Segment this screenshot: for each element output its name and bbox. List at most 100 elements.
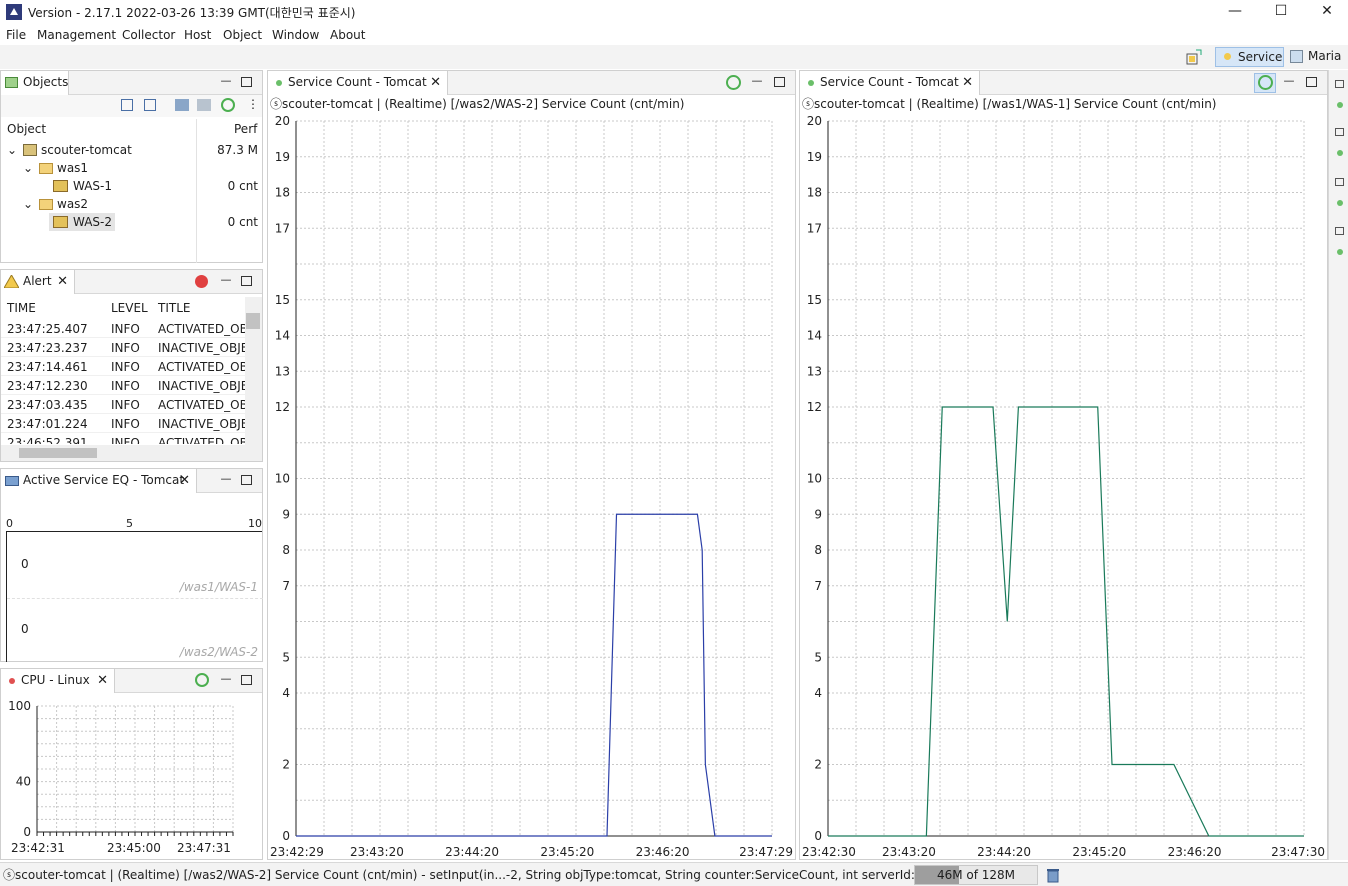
maximize-view-icon[interactable]: [241, 276, 252, 286]
expand-icon[interactable]: ⌄: [23, 195, 33, 213]
perspective-maria[interactable]: Maria: [1286, 47, 1341, 67]
maximize-view-icon[interactable]: [241, 77, 252, 87]
y-tick-label: 15: [807, 293, 822, 307]
tab-active-service-eq[interactable]: Active Service EQ - Tomcat ✕: [1, 469, 197, 493]
close-window-button[interactable]: ✕: [1304, 0, 1348, 24]
y-tick-label: 12: [807, 400, 822, 414]
tree-label: WAS-1: [73, 179, 112, 193]
tree-row-was-1[interactable]: WAS-1 0 cnt: [1, 177, 262, 195]
restore-view-icon[interactable]: [1335, 178, 1344, 186]
menu-management[interactable]: Management: [37, 28, 116, 42]
alert-row[interactable]: 23:47:25.407 INFO ACTIVATED_OBJ: [1, 320, 245, 338]
close-tab-icon[interactable]: ✕: [57, 270, 68, 293]
y-tick-label: 7: [282, 579, 290, 593]
close-tab-icon[interactable]: ✕: [430, 71, 441, 94]
maximize-view-icon[interactable]: [774, 77, 785, 87]
refresh-icon[interactable]: [221, 98, 235, 112]
alert-row[interactable]: 23:47:03.435 INFO ACTIVATED_OBJ: [1, 396, 245, 414]
menu-file[interactable]: File: [6, 28, 26, 42]
perspective-service-label: Service: [1238, 50, 1283, 64]
y-tick-label: 20: [807, 114, 822, 128]
restore-view-icon[interactable]: [1335, 227, 1344, 235]
maximize-view-icon[interactable]: [241, 675, 252, 685]
x-tick-label: 23:46:20: [636, 845, 690, 859]
minimize-button[interactable]: —: [1212, 0, 1258, 24]
alert-row[interactable]: 23:47:12.230 INFO INACTIVE_OBJEC: [1, 377, 245, 395]
refresh-icon[interactable]: [726, 75, 741, 90]
maximize-button[interactable]: ☐: [1258, 0, 1304, 24]
alert-row[interactable]: 23:47:14.461 INFO ACTIVATED_OBJ: [1, 358, 245, 376]
minimized-view-icon[interactable]: [1337, 102, 1343, 108]
garbage-collect-icon[interactable]: [1046, 867, 1060, 883]
view-menu-icon[interactable]: ⋮: [247, 97, 259, 111]
tree-perf: 87.3 M: [217, 143, 258, 157]
tree-row-was-2[interactable]: WAS-2 0 cnt: [1, 213, 262, 231]
alert-title: INACTIVE_OBJEC: [158, 341, 245, 355]
tree-row-was1[interactable]: ⌄ was1: [1, 159, 262, 177]
service-count-chart-was1: 0 2 4 5 7 8 9 10 12 13 14 15 17 18 19 20 23:42:30 23:43:2…: [802, 114, 1325, 859]
y-tick-label: 13: [807, 364, 822, 378]
tab-service-count-was2[interactable]: Service Count - Tomcat ✕: [268, 71, 448, 95]
refresh-icon[interactable]: [1258, 75, 1273, 90]
tab-objects-label: Objects: [23, 75, 69, 89]
clear-alert-icon[interactable]: [195, 275, 208, 288]
minimize-view-icon[interactable]: —: [1282, 75, 1296, 89]
expand-icon[interactable]: ⌄: [7, 141, 17, 159]
alert-row[interactable]: 23:47:01.224 INFO INACTIVE_OBJEC: [1, 415, 245, 433]
scroll-thumb[interactable]: [246, 313, 260, 329]
eq-label: /was2/WAS-2: [179, 645, 258, 659]
close-tab-icon[interactable]: ✕: [962, 71, 973, 94]
minimize-view-icon[interactable]: —: [219, 75, 233, 89]
warning-icon: [4, 275, 19, 288]
minimized-view-icon[interactable]: [1337, 200, 1343, 206]
open-perspective-icon[interactable]: [1186, 49, 1202, 65]
objects-toolbar: ⋮: [1, 95, 262, 117]
tree-label: WAS-2: [73, 215, 112, 229]
menu-host[interactable]: Host: [184, 28, 211, 42]
y-tick-label: 13: [275, 364, 290, 378]
server-icon[interactable]: [175, 99, 189, 111]
minimize-view-icon[interactable]: —: [219, 473, 233, 487]
minimize-view-icon[interactable]: —: [219, 673, 233, 687]
minimize-view-icon[interactable]: —: [750, 75, 764, 89]
horizontal-scrollbar[interactable]: [1, 445, 262, 461]
status-bar: ⓢscouter-tomcat | (Realtime) [/was2/WAS-…: [0, 862, 1348, 886]
memory-indicator[interactable]: 46M of 128M: [914, 865, 1038, 885]
close-tab-icon[interactable]: ✕: [97, 669, 108, 692]
menu-object[interactable]: Object: [223, 28, 262, 42]
y-tick-label: 2: [282, 758, 290, 772]
tab-cpu-linux[interactable]: CPU - Linux ✕: [1, 669, 115, 693]
restore-view-icon[interactable]: [1335, 128, 1344, 136]
menu-about[interactable]: About: [330, 28, 365, 42]
tab-objects[interactable]: Objects: [1, 71, 69, 95]
minimize-view-icon[interactable]: —: [219, 274, 233, 288]
window-title: Version - 2.17.1 2022-03-26 13:39 GMT(대한…: [28, 6, 356, 20]
menu-collector[interactable]: Collector: [122, 28, 175, 42]
alert-row[interactable]: 23:47:23.237 INFO INACTIVE_OBJEC: [1, 339, 245, 357]
vertical-scrollbar[interactable]: [245, 297, 262, 445]
restore-view-icon[interactable]: [1335, 80, 1344, 88]
col-perf: Perf: [234, 122, 258, 136]
close-tab-icon[interactable]: ✕: [179, 469, 190, 492]
tab-service-count-was1[interactable]: Service Count - Tomcat ✕: [800, 71, 980, 95]
maximize-view-icon[interactable]: [241, 475, 252, 485]
collapse-all-icon[interactable]: [144, 99, 156, 111]
perspective-service[interactable]: Service: [1215, 47, 1284, 67]
alert-time: 23:47:14.461: [7, 360, 88, 374]
menu-window[interactable]: Window: [272, 28, 319, 42]
tree-row-server[interactable]: ⌄ scouter-tomcat 87.3 M: [1, 141, 262, 159]
expand-all-icon[interactable]: [121, 99, 133, 111]
col-time: TIME: [7, 301, 36, 315]
scroll-thumb[interactable]: [19, 448, 97, 458]
maximize-view-icon[interactable]: [1306, 77, 1317, 87]
expand-icon[interactable]: ⌄: [23, 159, 33, 177]
y-tick-label: 8: [282, 543, 290, 557]
tab-alert[interactable]: Alert ✕: [1, 270, 75, 294]
minimized-view-icon[interactable]: [1337, 249, 1343, 255]
y-tick-label: 15: [275, 293, 290, 307]
minimized-view-icon[interactable]: [1337, 150, 1343, 156]
tree-row-was2[interactable]: ⌄ was2: [1, 195, 262, 213]
refresh-icon[interactable]: [195, 673, 209, 687]
alert-row[interactable]: 23:46:52.391 INFO ACTIVATED_OBJ: [1, 434, 245, 444]
filter-icon[interactable]: [197, 99, 211, 111]
